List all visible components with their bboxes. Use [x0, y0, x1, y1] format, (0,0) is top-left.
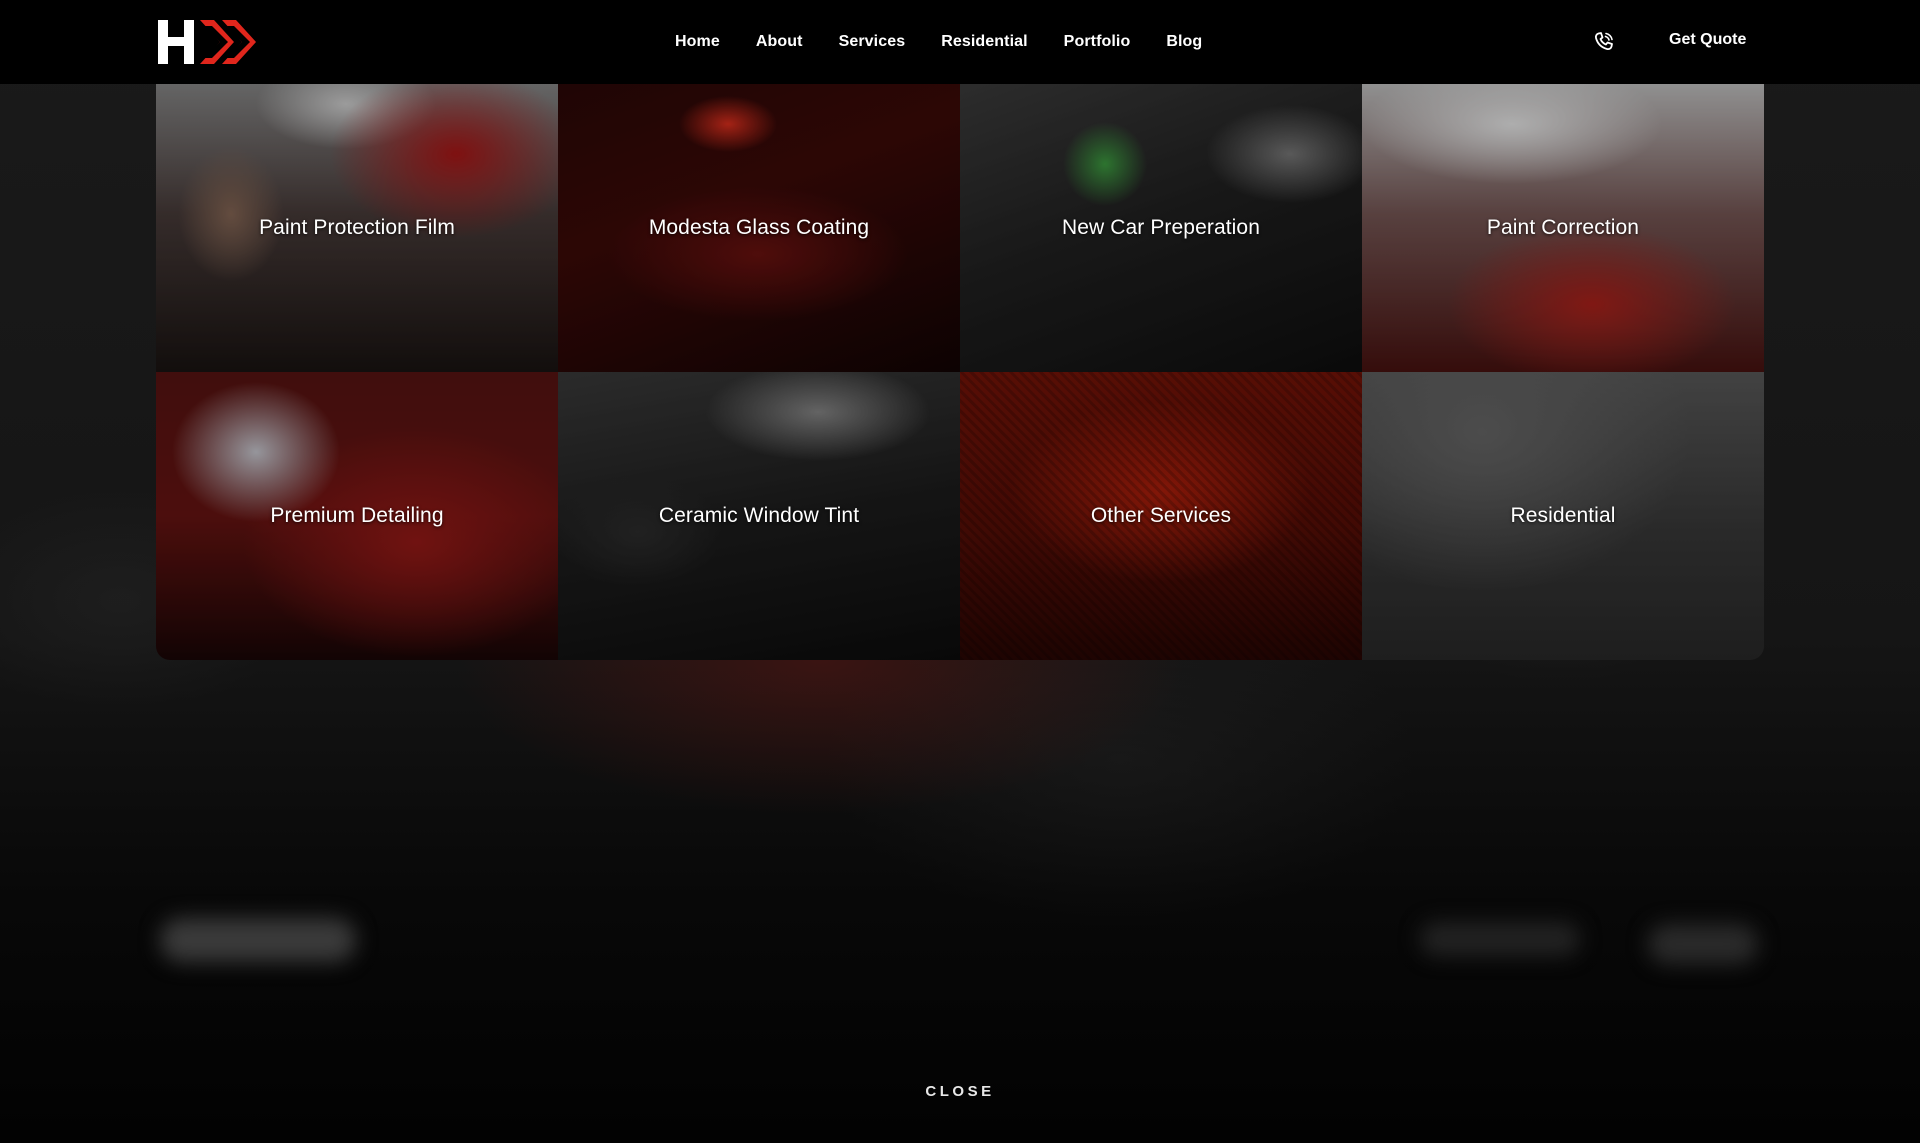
service-label: Ceramic Window Tint — [658, 504, 860, 527]
service-tile-new-car-preparation[interactable]: New Car Preperation — [960, 84, 1362, 372]
blurred-button — [1648, 924, 1758, 964]
site-header: Home About Services Residential Portfoli… — [0, 0, 1920, 84]
nav-blog[interactable]: Blog — [1166, 33, 1202, 51]
nav-portfolio[interactable]: Portfolio — [1064, 33, 1131, 51]
service-label: Paint Protection Film — [259, 216, 455, 239]
service-label: Modesta Glass Coating — [648, 216, 870, 239]
service-label: Paint Correction — [1486, 216, 1640, 239]
nav-home[interactable]: Home — [675, 33, 720, 51]
service-tile-ceramic-window-tint[interactable]: Ceramic Window Tint — [558, 372, 960, 660]
service-label: Residential — [1510, 504, 1616, 527]
logo-icon[interactable] — [156, 18, 258, 66]
phone-icon[interactable] — [1592, 30, 1616, 54]
main-nav: Home About Services Residential Portfoli… — [675, 0, 1238, 84]
service-label: New Car Preperation — [1062, 216, 1260, 239]
service-label: Other Services — [1090, 504, 1232, 527]
get-quote-link[interactable]: Get Quote — [1669, 31, 1746, 49]
nav-services[interactable]: Services — [839, 33, 906, 51]
service-tile-other-services[interactable]: Other Services — [960, 372, 1362, 660]
nav-residential[interactable]: Residential — [941, 33, 1027, 51]
blurred-text — [1420, 922, 1580, 956]
nav-about[interactable]: About — [756, 33, 803, 51]
service-tile-premium-detailing[interactable]: Premium Detailing — [156, 372, 558, 660]
service-tile-modesta-glass-coating[interactable]: Modesta Glass Coating — [558, 84, 960, 372]
service-tile-paint-protection-film[interactable]: Paint Protection Film — [156, 84, 558, 372]
service-tile-paint-correction[interactable]: Paint Correction — [1362, 84, 1764, 372]
service-tile-residential[interactable]: Residential — [1362, 372, 1764, 660]
blurred-button — [160, 918, 356, 962]
service-label: Premium Detailing — [270, 504, 444, 527]
close-button[interactable]: CLOSE — [0, 1083, 1920, 1100]
services-grid: Paint Protection Film Modesta Glass Coat… — [156, 84, 1764, 660]
